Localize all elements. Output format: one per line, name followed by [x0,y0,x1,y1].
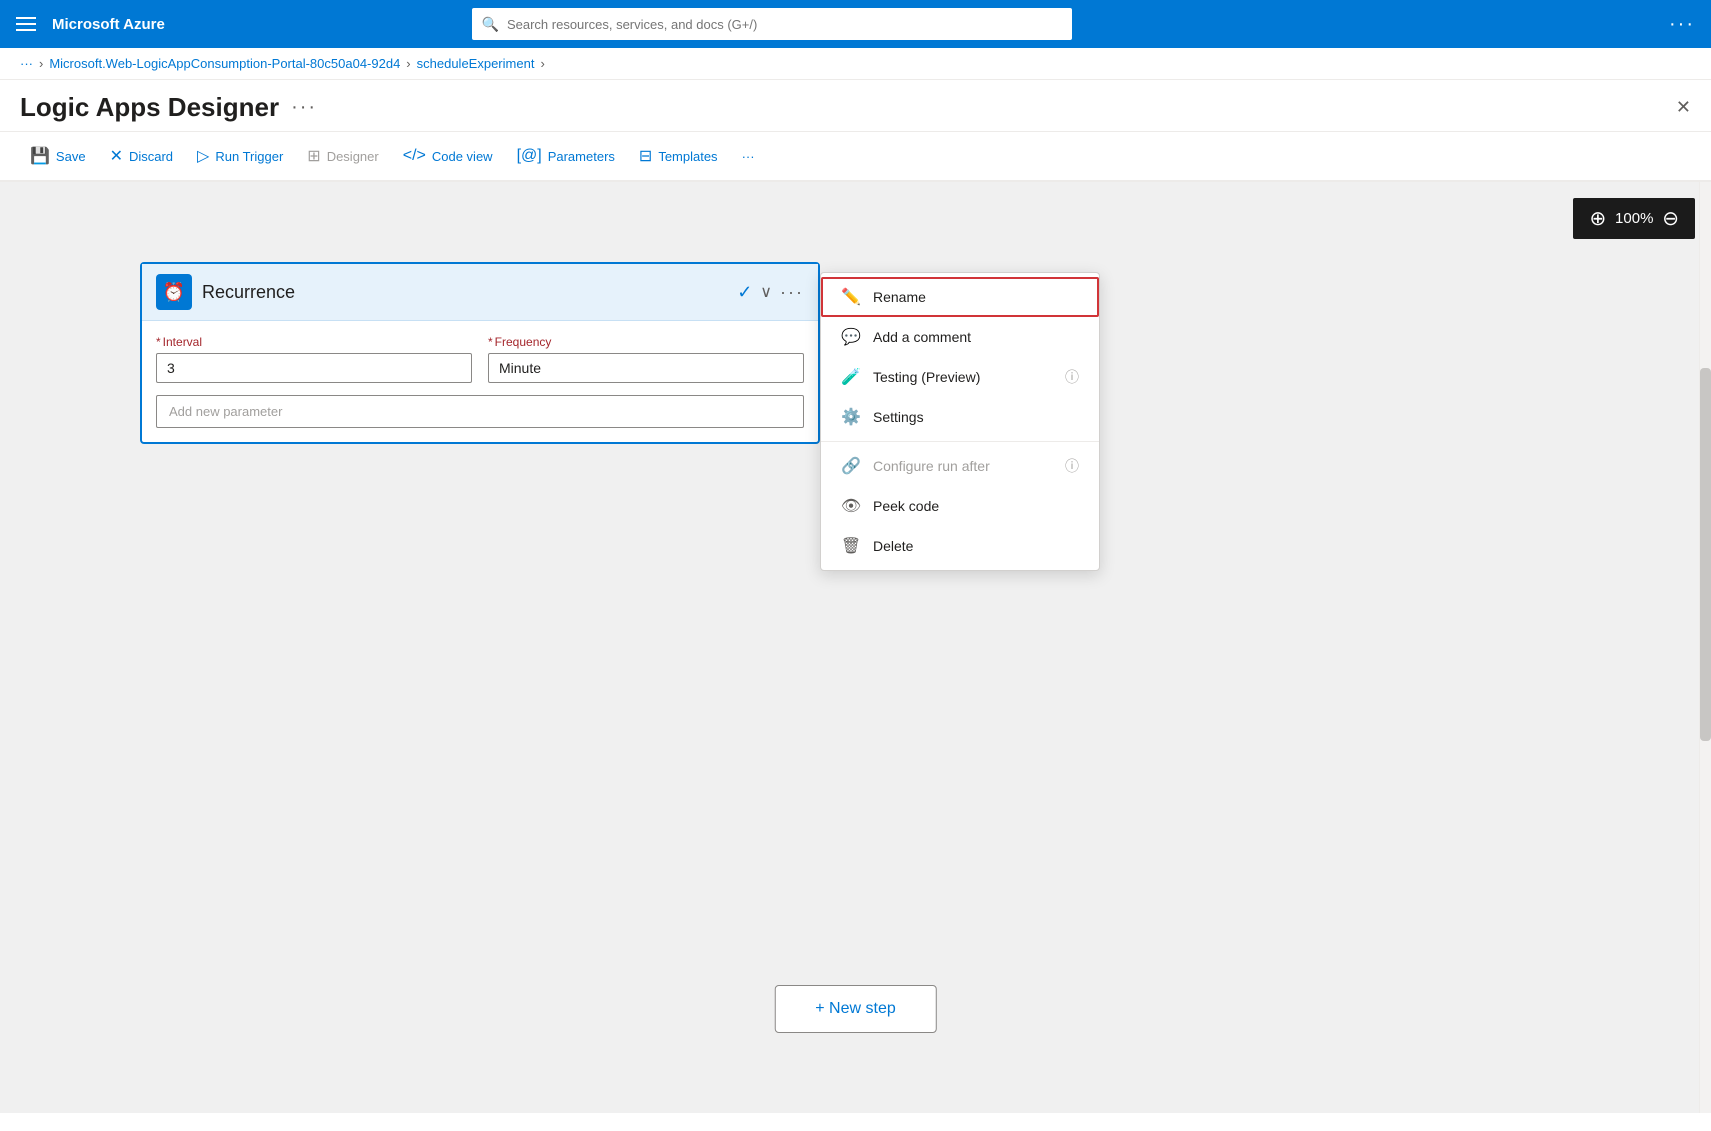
designer-button[interactable]: ⊞ Designer [297,140,388,172]
parameters-button[interactable]: [@] Parameters [507,141,625,171]
toolbar-more-button[interactable]: ··· [732,143,765,170]
field-row: * Interval * Frequency [156,335,804,383]
designer-canvas[interactable]: ⊕ 100% ⊖ ⏰ Recurrence ✓ ∨ ··· * Interval [0,182,1711,1113]
search-input[interactable] [507,17,1062,32]
breadcrumb-sep2: › [406,56,410,71]
context-menu-rename[interactable]: ✏️ Rename [821,277,1099,317]
zoom-out-icon: ⊖ [1662,206,1679,231]
interval-field-group: * Interval [156,335,472,383]
zoom-in-button[interactable]: ⊕ [1589,206,1606,231]
zoom-out-button[interactable]: ⊖ [1662,206,1679,231]
context-menu-add-comment[interactable]: 💬 Add a comment [821,317,1099,357]
context-menu-delete[interactable]: 🗑 Delete [821,526,1099,566]
card-body: * Interval * Frequency Add new parameter [142,321,818,442]
add-parameter-row[interactable]: Add new parameter [156,395,804,428]
rename-icon: ✏️ [841,287,861,307]
delete-icon: 🗑 [841,536,861,556]
interval-input[interactable] [156,353,472,383]
context-menu-settings[interactable]: ⚙️ Settings [821,397,1099,437]
top-nav: Microsoft Azure 🔍 ··· [0,0,1711,48]
save-icon: 💾 [30,146,50,166]
settings-icon: ⚙️ [841,407,861,427]
page-more-button[interactable]: ··· [291,96,317,119]
configure-run-after-icon: 🔗 [841,456,861,476]
new-step-button[interactable]: + New step [774,985,936,1033]
code-view-icon: </> [403,147,426,165]
hamburger-menu[interactable] [16,17,36,31]
run-trigger-button[interactable]: ▷ Run Trigger [187,140,293,172]
zoom-in-icon: ⊕ [1589,206,1606,231]
context-menu-testing[interactable]: 🧪 Testing (Preview) ⓘ [821,357,1099,397]
page-header: Logic Apps Designer ··· ✕ [0,80,1711,132]
card-title: Recurrence [202,282,727,303]
add-comment-icon: 💬 [841,327,861,347]
nav-more-button[interactable]: ··· [1669,13,1695,36]
configure-run-after-info-icon: ⓘ [1065,456,1079,476]
context-menu: ✏️ Rename 💬 Add a comment 🧪 Testing (Pre… [820,272,1100,571]
menu-divider [821,441,1099,442]
recurrence-card: ⏰ Recurrence ✓ ∨ ··· * Interval [140,262,820,444]
vertical-scrollbar[interactable] [1699,182,1711,1113]
testing-icon: 🧪 [841,367,861,387]
testing-info-icon: ⓘ [1065,367,1079,387]
zoom-level: 100% [1614,210,1654,227]
page-title: Logic Apps Designer [20,92,279,123]
interval-label: * Interval [156,335,472,349]
discard-button[interactable]: ✕ Discard [100,140,183,172]
discard-icon: ✕ [110,146,123,166]
frequency-label: * Frequency [488,335,804,349]
frequency-input[interactable] [488,353,804,383]
card-chevron-icon[interactable]: ∨ [760,282,772,302]
breadcrumb-sep1: › [39,56,43,71]
save-button[interactable]: 💾 Save [20,140,96,172]
card-header: ⏰ Recurrence ✓ ∨ ··· [142,264,818,321]
run-trigger-icon: ▷ [197,146,209,166]
breadcrumb: ··· › Microsoft.Web-LogicAppConsumption-… [0,48,1711,80]
brand-title: Microsoft Azure [52,16,165,33]
breadcrumb-sep3: › [540,56,544,71]
context-menu-configure-run-after[interactable]: 🔗 Configure run after ⓘ [821,446,1099,486]
search-icon: 🔍 [482,16,499,33]
context-menu-peek-code[interactable]: 👁 Peek code [821,486,1099,526]
toolbar: 💾 Save ✕ Discard ▷ Run Trigger ⊞ Designe… [0,132,1711,182]
breadcrumb-item2[interactable]: scheduleExperiment [417,56,535,71]
search-bar[interactable]: 🔍 [472,8,1072,40]
recurrence-icon: ⏰ [156,274,192,310]
card-check-icon: ✓ [737,282,752,303]
code-view-button[interactable]: </> Code view [393,141,503,171]
parameters-icon: [@] [517,147,542,165]
scrollbar-thumb[interactable] [1700,368,1711,740]
frequency-field-group: * Frequency [488,335,804,383]
breadcrumb-more[interactable]: ··· [20,56,33,71]
close-button[interactable]: ✕ [1676,97,1691,118]
designer-icon: ⊞ [307,146,320,166]
templates-icon: ⊟ [639,146,652,166]
card-more-button[interactable]: ··· [780,282,804,303]
breadcrumb-item1[interactable]: Microsoft.Web-LogicAppConsumption-Portal… [49,56,400,71]
card-actions: ✓ ∨ ··· [737,282,804,303]
peek-code-icon: 👁 [841,496,861,516]
zoom-controls: ⊕ 100% ⊖ [1573,198,1695,239]
templates-button[interactable]: ⊟ Templates [629,140,728,172]
